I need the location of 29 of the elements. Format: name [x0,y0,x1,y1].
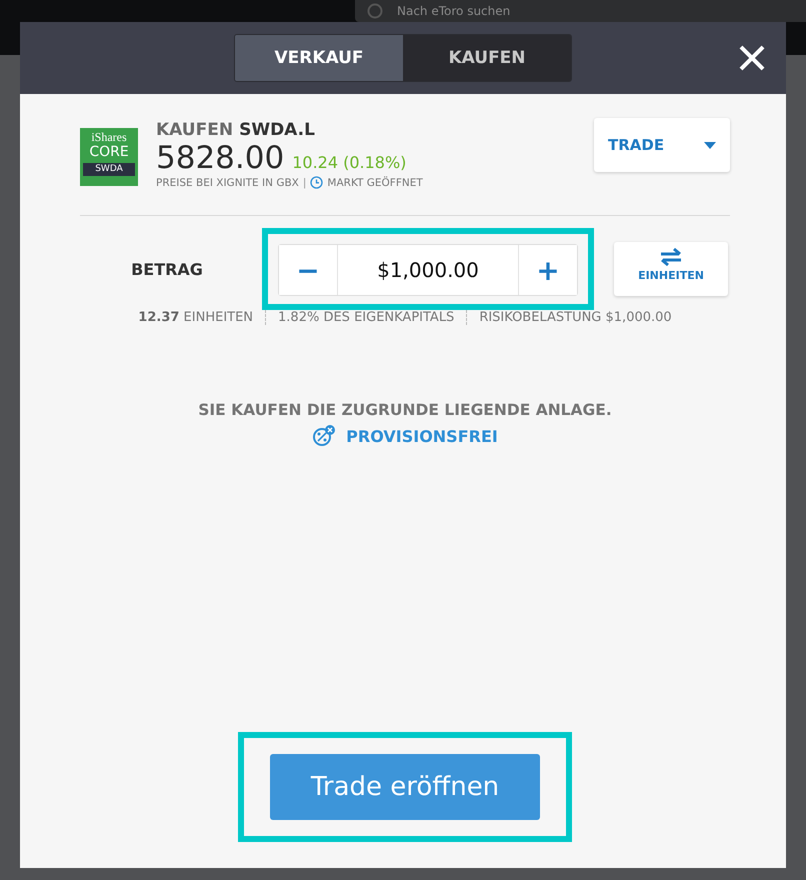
amount-input[interactable]: $1,000.00 [337,245,519,295]
stat-text: 12.37 EINHEITEN [137,310,254,325]
amount-label: BETRAG [130,260,204,278]
clock-icon [310,176,324,189]
stat-text: RISIKOBELASTUNG $1,000.00 [466,310,684,325]
price: 5828.00 [156,140,284,176]
order-type-dropdown[interactable]: TRADE [594,118,730,172]
symbol: SWDA.L [239,120,315,140]
price-change: 10.24 (0.18%) [292,153,406,172]
search-icon [367,3,383,19]
tab[interactable]: VERKAUF [235,35,403,81]
percent-icon [312,425,336,447]
search-bar[interactable]: Nach eToro suchen [355,0,806,22]
amount-stepper[interactable]: − $1,000.00 + [278,244,578,296]
notice-text: SIE KAUFEN DIE ZUGRUNDE LIEGENDE ANLAGE. [198,401,612,419]
commission-free-link[interactable]: PROVISIONSFREI [346,426,498,446]
units-toggle-button[interactable]: EINHEITEN [614,242,728,296]
price-source: PREISE BEI XIGNITE IN GBX [156,176,299,188]
market-status: MARKT GEÖFFNET [327,176,423,188]
search-field[interactable]: Nach eToro suchen [397,2,597,20]
caret-icon [704,142,716,148]
fund-logo: iShares CORE SWDA [80,128,138,186]
swap-arrows-icon [659,248,683,266]
action-label: KAUFEN [156,120,234,140]
close-icon[interactable] [738,44,766,72]
separator: | [302,176,306,188]
stat-text: 1.82% DES EIGENKAPITALS [265,310,466,325]
open-trade-button[interactable]: Trade eröffnen [270,754,540,820]
tab[interactable]: KAUFEN [403,35,571,81]
